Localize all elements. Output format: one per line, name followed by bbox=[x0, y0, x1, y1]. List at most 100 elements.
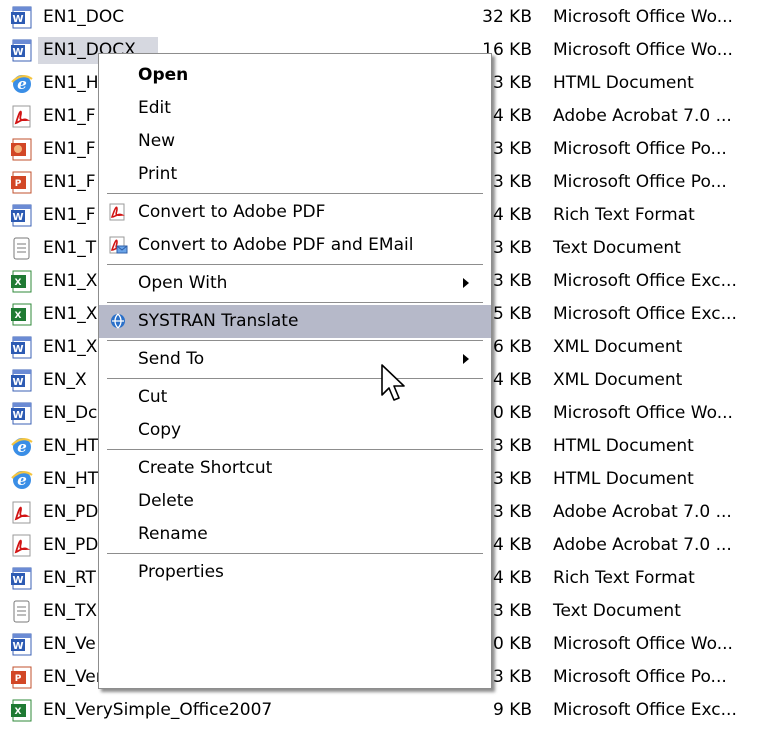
menu-separator bbox=[107, 264, 483, 265]
context-menu: Open Edit New Print Convert to Adobe PDF Conv… bbox=[98, 53, 492, 689]
menu-item-delete[interactable]: Delete bbox=[99, 485, 491, 518]
svg-text:W: W bbox=[12, 344, 23, 355]
menu-item-cut[interactable]: Cut bbox=[99, 381, 491, 414]
pdf-icon bbox=[10, 501, 33, 524]
menu-item-label: Print bbox=[138, 164, 178, 184]
svg-text:W: W bbox=[12, 14, 23, 25]
menu-item-copy[interactable]: Copy bbox=[99, 414, 491, 447]
svg-text:W: W bbox=[12, 377, 23, 388]
file-type: Adobe Acrobat 7.0 ... bbox=[553, 535, 732, 555]
file-name: EN1_DOC bbox=[43, 7, 125, 27]
file-name: EN1_H bbox=[43, 73, 99, 93]
file-name: EN1_F bbox=[43, 205, 96, 225]
file-type: XML Document bbox=[553, 370, 683, 390]
file-type: HTML Document bbox=[553, 73, 694, 93]
menu-separator bbox=[107, 449, 483, 450]
file-row[interactable]: W EN1_DOC 32 KB Microsoft Office Wo... bbox=[0, 1, 763, 34]
file-type: Microsoft Office Wo... bbox=[553, 634, 733, 654]
menu-item-open-with[interactable]: Open With bbox=[99, 267, 491, 300]
file-name: EN_Dc bbox=[43, 403, 98, 423]
file-type: Microsoft Office Exc... bbox=[553, 271, 737, 291]
menu-item-label: SYSTRAN Translate bbox=[138, 311, 299, 331]
file-name: EN_HT bbox=[43, 436, 99, 456]
menu-item-label: Rename bbox=[138, 524, 208, 544]
file-type: Rich Text Format bbox=[553, 205, 695, 225]
menu-item-label: Copy bbox=[138, 420, 182, 440]
file-type: Text Document bbox=[553, 601, 681, 621]
file-row[interactable]: X EN_VerySimple_Office2007 9 KB Microsoft O… bbox=[0, 694, 763, 727]
menu-item-convert-to-adobe-pdf[interactable]: Convert to Adobe PDF bbox=[99, 196, 491, 229]
word-doc-icon: W bbox=[10, 336, 33, 359]
menu-item-label: Send To bbox=[138, 349, 205, 369]
mouse-cursor-icon bbox=[381, 364, 405, 401]
menu-item-label: Edit bbox=[138, 98, 171, 118]
file-type: XML Document bbox=[553, 337, 683, 357]
adobe-pdf-convert-icon bbox=[108, 202, 128, 222]
menu-separator bbox=[107, 193, 483, 194]
powerpoint-icon: P bbox=[10, 666, 33, 689]
submenu-arrow-icon bbox=[463, 354, 469, 364]
menu-separator bbox=[107, 553, 483, 554]
file-type: Microsoft Office Wo... bbox=[553, 7, 733, 27]
file-name: EN_Ve bbox=[43, 634, 96, 654]
file-type: Microsoft Office Wo... bbox=[553, 40, 733, 60]
file-type: Microsoft Office Wo... bbox=[553, 403, 733, 423]
menu-item-label: Properties bbox=[138, 562, 224, 582]
word-doc-icon: W bbox=[10, 567, 33, 590]
svg-text:X: X bbox=[15, 707, 22, 717]
file-name: EN_X bbox=[43, 370, 87, 390]
file-type: Microsoft Office Po... bbox=[553, 139, 727, 159]
file-type: Adobe Acrobat 7.0 ... bbox=[553, 502, 732, 522]
svg-text:X: X bbox=[15, 278, 22, 288]
menu-item-label: Create Shortcut bbox=[138, 458, 273, 478]
menu-item-new[interactable]: New bbox=[99, 125, 491, 158]
menu-separator bbox=[107, 378, 483, 379]
menu-item-convert-to-adobe-pdf-and-email[interactable]: Convert to Adobe PDF and EMail bbox=[99, 229, 491, 262]
file-name: EN1_T bbox=[43, 238, 97, 258]
file-type: HTML Document bbox=[553, 436, 694, 456]
svg-text:X: X bbox=[15, 311, 22, 321]
menu-item-properties[interactable]: Properties bbox=[99, 556, 491, 589]
menu-item-label: New bbox=[138, 131, 176, 151]
file-name: EN1_X bbox=[43, 337, 98, 357]
menu-item-print[interactable]: Print bbox=[99, 158, 491, 191]
powerpoint-icon: P bbox=[10, 171, 33, 194]
file-size: 32 KB bbox=[482, 7, 532, 27]
file-name: EN1_F bbox=[43, 106, 96, 126]
menu-item-label: Delete bbox=[138, 491, 194, 511]
file-type: Text Document bbox=[553, 238, 681, 258]
menu-item-label: Convert to Adobe PDF bbox=[138, 202, 326, 222]
ie-html-icon: e bbox=[10, 468, 33, 491]
file-type: HTML Document bbox=[553, 469, 694, 489]
file-type: Microsoft Office Exc... bbox=[553, 304, 737, 324]
file-type: Microsoft Office Po... bbox=[553, 172, 727, 192]
menu-item-label: Open With bbox=[138, 273, 228, 293]
ie-html-icon: e bbox=[10, 72, 33, 95]
file-name: EN_RT bbox=[43, 568, 96, 588]
systran-icon bbox=[108, 311, 128, 331]
menu-item-systran-translate[interactable]: SYSTRAN Translate bbox=[99, 305, 491, 338]
pdf-icon bbox=[10, 534, 33, 557]
excel-icon: X bbox=[10, 699, 33, 722]
word-doc-icon: W bbox=[10, 369, 33, 392]
adobe-pdf-email-icon bbox=[108, 235, 128, 255]
file-type: Microsoft Office Po... bbox=[553, 667, 727, 687]
text-doc-icon bbox=[10, 237, 33, 260]
svg-text:W: W bbox=[12, 641, 23, 652]
menu-item-send-to[interactable]: Send To bbox=[99, 343, 491, 376]
file-type: Microsoft Office Exc... bbox=[553, 700, 737, 720]
file-name: EN_PD bbox=[43, 502, 99, 522]
svg-text:W: W bbox=[12, 575, 23, 586]
svg-text:W: W bbox=[12, 47, 23, 58]
file-name: EN1_X bbox=[43, 271, 98, 291]
ie-html-icon: e bbox=[10, 435, 33, 458]
file-name: EN1_F bbox=[43, 172, 96, 192]
svg-text:W: W bbox=[12, 212, 23, 223]
excel-icon: X bbox=[10, 303, 33, 326]
menu-item-edit[interactable]: Edit bbox=[99, 92, 491, 125]
menu-item-rename[interactable]: Rename bbox=[99, 518, 491, 551]
word-doc-icon: W bbox=[10, 39, 33, 62]
file-type: Adobe Acrobat 7.0 ... bbox=[553, 106, 732, 126]
menu-item-open[interactable]: Open bbox=[99, 59, 491, 92]
menu-item-create-shortcut[interactable]: Create Shortcut bbox=[99, 452, 491, 485]
